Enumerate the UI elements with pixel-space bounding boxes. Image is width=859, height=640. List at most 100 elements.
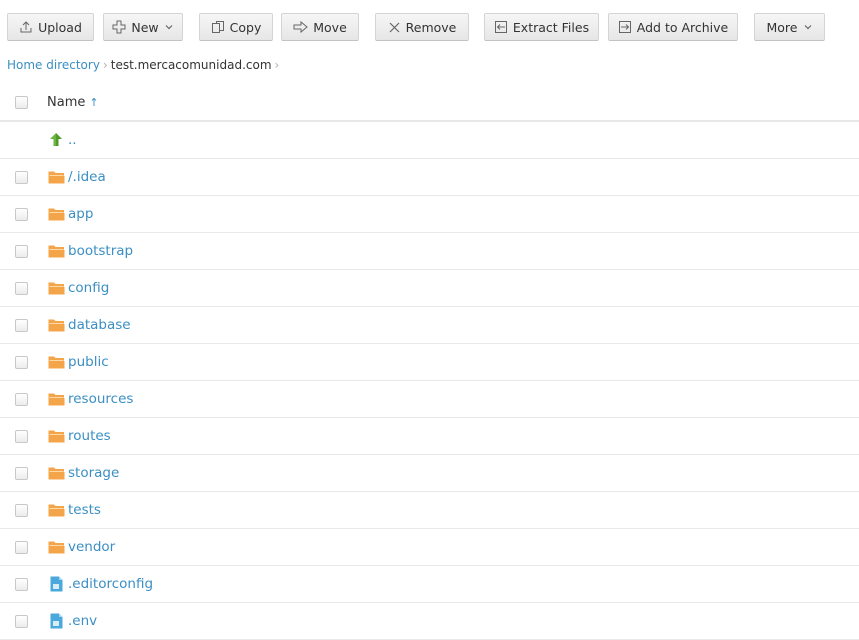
folder-name: tests xyxy=(68,502,101,518)
extract-files-button[interactable]: Extract Files xyxy=(484,13,599,41)
select-all-checkbox[interactable] xyxy=(15,95,28,109)
row-checkbox[interactable] xyxy=(15,355,28,369)
upload-label: Upload xyxy=(38,19,82,35)
row-checkbox[interactable] xyxy=(15,540,28,554)
arrow-right-icon xyxy=(293,20,309,34)
folder-icon xyxy=(47,168,65,186)
row-checkbox[interactable] xyxy=(15,503,28,517)
folder-name: routes xyxy=(68,428,111,444)
folder-link[interactable]: config xyxy=(47,279,109,297)
file-icon xyxy=(47,575,65,593)
move-button[interactable]: Move xyxy=(281,13,359,41)
file-name: .env xyxy=(68,613,98,629)
row-checkbox[interactable] xyxy=(15,392,28,406)
row-checkbox[interactable] xyxy=(15,244,28,258)
row-checkbox[interactable] xyxy=(15,281,28,295)
folder-row[interactable]: /.idea xyxy=(0,159,859,196)
row-checkbox[interactable] xyxy=(15,466,28,480)
file-icon xyxy=(47,612,65,630)
folder-name: config xyxy=(68,280,110,296)
folder-name: database xyxy=(68,317,131,333)
add-to-archive-button[interactable]: Add to Archive xyxy=(608,13,738,41)
folder-row[interactable]: database xyxy=(0,307,859,344)
folder-name: /.idea xyxy=(68,169,106,185)
folder-row[interactable]: bootstrap xyxy=(0,233,859,270)
chevron-down-icon xyxy=(165,25,173,30)
chevron-right-icon: › xyxy=(102,58,108,72)
file-list: Name ↑ .. /.idea app bootstrap config databa… xyxy=(0,84,859,640)
row-checkbox[interactable] xyxy=(15,577,28,591)
row-checkbox[interactable] xyxy=(15,429,28,443)
folder-row[interactable]: public xyxy=(0,344,859,381)
folder-icon xyxy=(47,538,65,556)
folder-icon xyxy=(47,242,65,260)
breadcrumb: Home directory › test.mercacomunidad.com… xyxy=(7,57,282,73)
folder-link[interactable]: app xyxy=(47,205,93,223)
archive-icon xyxy=(618,21,631,33)
parent-directory-row[interactable]: .. xyxy=(0,122,859,159)
name-column-header[interactable]: Name ↑ xyxy=(47,95,99,110)
sort-ascending-icon: ↑ xyxy=(89,95,99,109)
folder-name: storage xyxy=(68,465,120,481)
more-label: More xyxy=(766,19,798,35)
name-header-label: Name xyxy=(47,94,86,110)
copy-button[interactable]: Copy xyxy=(199,13,273,41)
file-row[interactable]: .editorconfig xyxy=(0,566,859,603)
folder-link[interactable]: storage xyxy=(47,464,119,482)
upload-button[interactable]: Upload xyxy=(7,13,94,41)
folder-link[interactable]: /.idea xyxy=(47,168,106,186)
folder-link[interactable]: tests xyxy=(47,501,101,519)
folder-row[interactable]: resources xyxy=(0,381,859,418)
file-name: .editorconfig xyxy=(68,576,154,592)
file-link[interactable]: .env xyxy=(47,612,97,630)
more-button[interactable]: More xyxy=(754,13,825,41)
folder-icon xyxy=(47,316,65,334)
chevron-down-icon xyxy=(804,25,811,30)
folder-name: app xyxy=(68,206,94,222)
plus-icon xyxy=(112,20,126,34)
folder-row[interactable]: vendor xyxy=(0,529,859,566)
row-checkbox[interactable] xyxy=(15,318,28,332)
folder-link[interactable]: vendor xyxy=(47,538,115,556)
folder-link[interactable]: bootstrap xyxy=(47,242,133,260)
folder-icon xyxy=(47,279,65,297)
folder-row[interactable]: storage xyxy=(0,455,859,492)
copy-label: Copy xyxy=(229,19,262,35)
breadcrumb-current: test.mercacomunidad.com xyxy=(110,58,272,72)
copy-icon xyxy=(211,21,224,33)
folder-icon xyxy=(47,501,65,519)
folder-link[interactable]: database xyxy=(47,316,131,334)
folder-icon xyxy=(47,464,65,482)
folder-link[interactable]: routes xyxy=(47,427,111,445)
folder-row[interactable]: tests xyxy=(0,492,859,529)
new-label: New xyxy=(131,19,159,35)
folder-link[interactable]: resources xyxy=(47,390,133,408)
file-row[interactable]: .env xyxy=(0,603,859,640)
new-button[interactable]: New xyxy=(103,13,183,41)
row-checkbox[interactable] xyxy=(15,170,28,184)
row-checkbox[interactable] xyxy=(15,614,28,628)
row-checkbox[interactable] xyxy=(15,207,28,221)
remove-button[interactable]: Remove xyxy=(375,13,469,41)
toolbar: Upload New Copy Move Remove Extract File… xyxy=(0,0,859,54)
folder-name: bootstrap xyxy=(68,243,134,259)
folder-row[interactable]: routes xyxy=(0,418,859,455)
upload-icon xyxy=(20,21,32,33)
folder-icon xyxy=(47,353,65,371)
folder-link[interactable]: public xyxy=(47,353,109,371)
add-to-archive-label: Add to Archive xyxy=(636,19,729,35)
list-header: Name ↑ xyxy=(0,84,859,122)
parent-directory-label: .. xyxy=(68,132,77,148)
folder-icon xyxy=(47,427,65,445)
folder-name: public xyxy=(68,354,109,370)
folder-row[interactable]: app xyxy=(0,196,859,233)
folder-icon xyxy=(47,390,65,408)
file-link[interactable]: .editorconfig xyxy=(47,575,153,593)
folder-name: vendor xyxy=(68,539,116,555)
close-icon xyxy=(389,22,400,32)
parent-directory-link[interactable]: .. xyxy=(47,131,77,149)
folder-row[interactable]: config xyxy=(0,270,859,307)
folder-icon xyxy=(47,205,65,223)
breadcrumb-home-link[interactable]: Home directory xyxy=(7,58,100,72)
extract-icon xyxy=(494,21,507,33)
